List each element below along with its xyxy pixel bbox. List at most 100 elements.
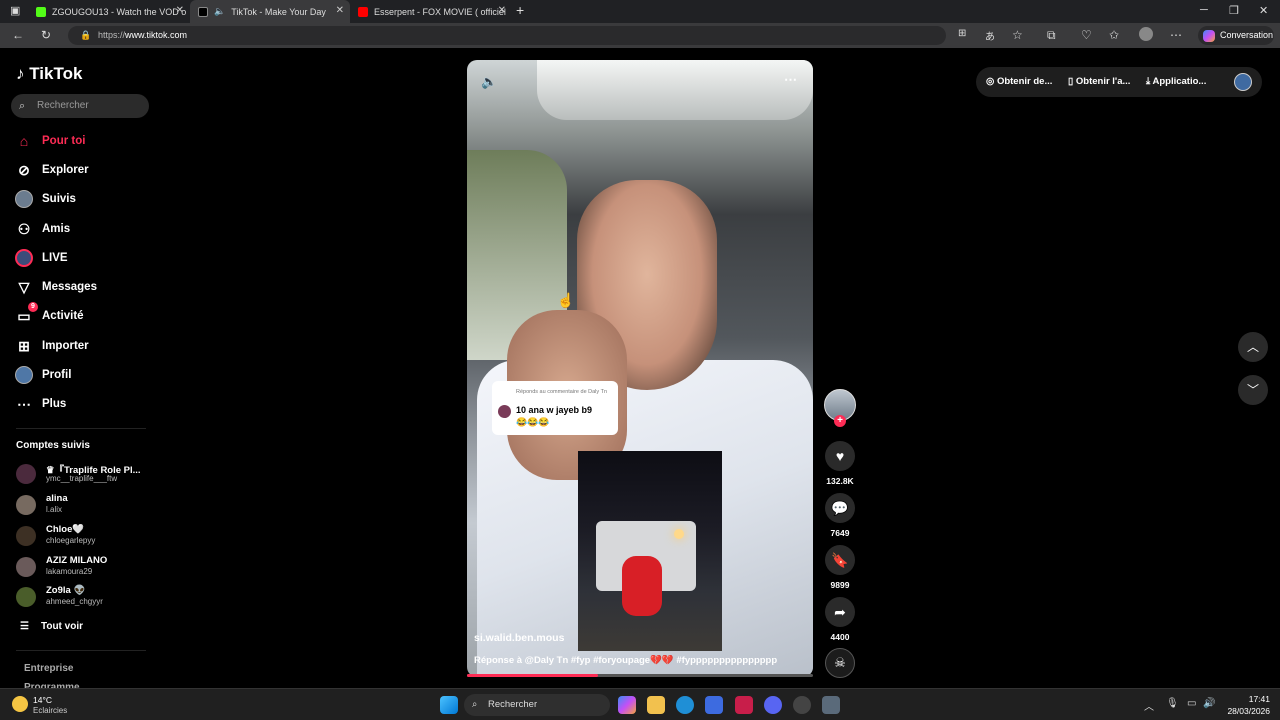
maximize-icon[interactable]: ❐ — [1229, 4, 1239, 17]
get-app-button[interactable]: ▯ Obtenir l'a... — [1068, 76, 1130, 87]
followed-account[interactable]: Zo9la 👽 ahmeed_chgyyr — [16, 583, 156, 611]
reply-comment-card[interactable]: Réponds au commentaire de Daly Tn 10 ana… — [492, 381, 618, 435]
nav-following[interactable]: Suivis — [14, 188, 76, 210]
back-icon[interactable]: ← — [12, 28, 24, 42]
account-name: Zo9la 👽 — [46, 585, 86, 596]
share-button[interactable]: ➦ — [825, 597, 855, 627]
weather-icon[interactable] — [12, 696, 28, 712]
tab-tiktok[interactable]: 🔈 TikTok - Make Your Day ✕ — [190, 0, 350, 23]
inset-person — [622, 556, 662, 616]
desktop-app-button[interactable]: ⤓ Applicatio... — [1146, 76, 1206, 87]
share-count: 4400 — [830, 632, 850, 642]
translate-icon[interactable]: あ — [985, 28, 995, 43]
network-icon[interactable]: ▭ — [1187, 698, 1196, 709]
nav-profile[interactable]: Profil — [14, 364, 71, 386]
see-all-link[interactable]: ☰ Tout voir — [20, 621, 83, 632]
copilot-taskbar-icon[interactable] — [618, 696, 636, 714]
comment-button[interactable]: 💬 — [825, 493, 855, 523]
copilot-conversation-button[interactable]: Conversation — [1198, 26, 1274, 45]
tab-kick[interactable]: ZGOUGOU13 - Watch the VOD o ✕ — [28, 0, 190, 23]
close-tab-icon[interactable]: ✕ — [498, 5, 506, 16]
weather-temp: 14°C — [33, 695, 52, 705]
followed-accounts-title: Comptes suivis — [16, 440, 90, 451]
favorites-icon[interactable]: ✩ — [1109, 28, 1119, 42]
more-options-icon[interactable]: ⋯ — [784, 72, 797, 88]
nav-for-you[interactable]: ⌂ Pour toi — [14, 130, 86, 152]
close-tab-icon[interactable]: ✕ — [176, 5, 184, 16]
settings-icon[interactable] — [822, 696, 840, 714]
settings-more-icon[interactable]: ⋯ — [1170, 28, 1182, 42]
avatar — [16, 464, 36, 484]
like-button[interactable]: ♥ — [825, 441, 855, 471]
nav-more[interactable]: ⋯ Plus — [14, 393, 66, 415]
new-tab-icon[interactable]: + — [516, 2, 524, 18]
followed-account[interactable]: alina l.alix — [16, 491, 156, 519]
tray-chevron-icon[interactable]: ︿ — [1144, 698, 1154, 713]
weather-condition: Eclaircies — [33, 706, 68, 715]
minimize-icon[interactable]: ─ — [1200, 4, 1208, 16]
profile-icon[interactable] — [1139, 27, 1153, 41]
tab-actions-icon[interactable]: ▣ — [10, 4, 20, 17]
avatar — [16, 557, 36, 577]
nav-friends[interactable]: ⚇ Amis — [14, 218, 70, 240]
windows-start-icon[interactable] — [440, 696, 458, 714]
refresh-icon[interactable]: ↻ — [41, 28, 51, 42]
nav-label: Profil — [42, 369, 72, 381]
volume-tray-icon[interactable]: 🔊 — [1203, 698, 1215, 709]
nav-messages[interactable]: ▽ Messages — [14, 276, 97, 298]
progress-fill — [467, 674, 599, 677]
taskbar-search[interactable]: ⌕ Rechercher — [464, 694, 610, 716]
pill-label: Obtenir l'a... — [1075, 76, 1131, 87]
live-icon — [14, 248, 34, 268]
tab-youtube[interactable]: Esserpent - FOX MOVIE ( officiel ✕ — [350, 0, 512, 23]
tiktok-logo[interactable]: ♪ TikTok — [16, 64, 82, 84]
speaker-icon[interactable]: 🔈 — [214, 6, 225, 17]
followed-account[interactable]: ♛『Traplife Role Pl... ymc__traplife___ftw — [16, 460, 156, 488]
app-icon[interactable] — [793, 696, 811, 714]
activity-badge: 9 — [28, 302, 38, 312]
followed-account[interactable]: AZIZ MILANO lakamoura29 — [16, 553, 156, 581]
app-available-icon[interactable]: ⊞ — [958, 28, 966, 39]
next-video-button[interactable]: ﹀ — [1238, 375, 1268, 405]
browser-essentials-icon[interactable]: ♡ — [1081, 28, 1092, 42]
search-input[interactable]: ⌕ Rechercher — [11, 94, 149, 118]
user-avatar[interactable] — [1234, 73, 1252, 91]
taskbar-search-label: Rechercher — [488, 699, 538, 710]
nav-explore[interactable]: ⊘ Explorer — [14, 159, 89, 181]
discord-icon[interactable] — [764, 696, 782, 714]
previous-video-button[interactable]: ︿ — [1238, 332, 1268, 362]
lock-icon: 🔒 — [80, 30, 92, 40]
save-button[interactable]: 🔖 — [825, 545, 855, 575]
acrobat-icon[interactable] — [735, 696, 753, 714]
nav-upload[interactable]: ⊞ Importer — [14, 335, 89, 357]
extensions-icon[interactable]: ⧉ — [1047, 28, 1056, 43]
music-disc-icon[interactable]: ☠ — [825, 648, 855, 678]
video-caption[interactable]: Réponse à @Daly Tn #fyp #foryoupage💔💔 #f… — [474, 655, 810, 666]
clock-time[interactable]: 17:41 — [1220, 694, 1270, 704]
favorite-star-icon[interactable]: ☆ — [1012, 28, 1023, 42]
tiktok-favicon-icon — [198, 6, 208, 17]
video-progress-bar[interactable] — [467, 674, 813, 677]
footer-link-company[interactable]: Entreprise — [24, 663, 73, 674]
clock-date[interactable]: 28/03/2026 — [1220, 706, 1270, 716]
store-icon[interactable] — [705, 696, 723, 714]
comment-icon: 💬 — [831, 499, 849, 516]
volume-icon[interactable]: 🔈 — [481, 74, 497, 90]
url-field[interactable]: 🔒 https://www.tiktok.com — [68, 26, 946, 45]
close-window-icon[interactable]: ✕ — [1259, 4, 1268, 17]
tab-title: ZGOUGOU13 - Watch the VOD o — [52, 6, 187, 17]
microphone-icon[interactable]: 🎙 — [1166, 698, 1179, 709]
nav-activity[interactable]: ▭ 9 Activité — [14, 302, 84, 327]
profile-icon — [14, 365, 34, 385]
close-tab-icon[interactable]: ✕ — [336, 5, 344, 16]
get-coins-button[interactable]: ◎ Obtenir de... — [986, 76, 1052, 87]
file-explorer-icon[interactable] — [647, 696, 665, 714]
profile-avatar — [15, 366, 33, 384]
nav-live[interactable]: LIVE — [14, 247, 68, 269]
video-author[interactable]: si.walid.ben.mous — [474, 632, 564, 644]
kick-favicon-icon — [36, 6, 46, 17]
followed-account[interactable]: Chloe🤍 chloegarlepyy — [16, 522, 156, 550]
edge-icon[interactable] — [676, 696, 694, 714]
avatar — [16, 526, 36, 546]
follow-plus-icon[interactable]: + — [834, 415, 846, 427]
